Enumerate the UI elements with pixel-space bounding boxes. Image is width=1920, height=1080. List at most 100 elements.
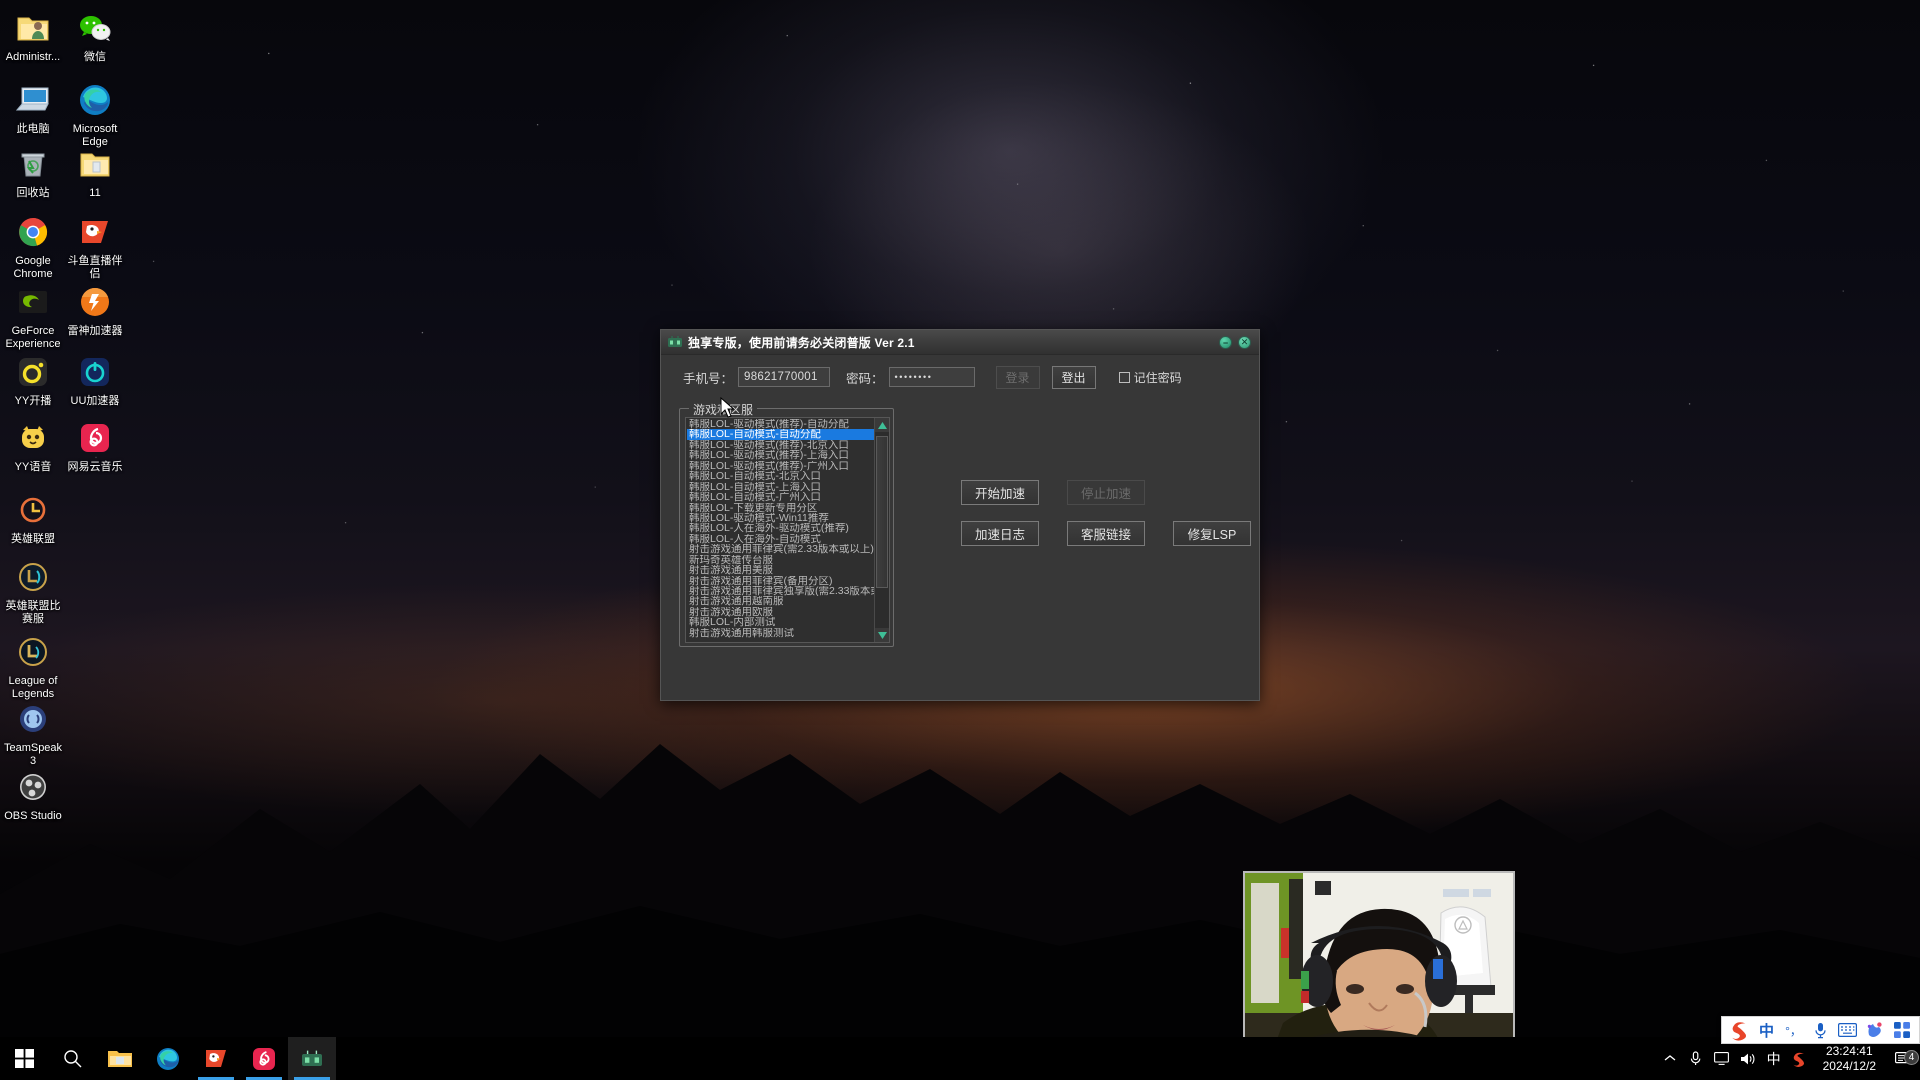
desktop-icon-geforce-experience[interactable]: GeForce Experience xyxy=(2,282,64,351)
desktop-icon-league-of-legends[interactable]: League of Legends xyxy=(2,632,64,701)
login-row: 手机号： 98621770001 密码： •••••••• 登录 登出 记住密码 xyxy=(661,355,1259,399)
desktop-icon-lol-tournament[interactable]: 英雄联盟比赛服 xyxy=(2,557,64,626)
recycle-bin-icon xyxy=(2,144,64,184)
start-accelerate-button[interactable]: 开始加速 xyxy=(961,480,1039,505)
server-list-item[interactable]: 韩服LOL-驱动模式-Win11推荐 xyxy=(687,513,874,523)
punctuation-icon[interactable]: °， xyxy=(1780,1018,1807,1042)
scrollbar-thumb[interactable] xyxy=(876,436,888,588)
close-button[interactable]: ✕ xyxy=(1238,336,1251,349)
password-label: 密码： xyxy=(846,371,884,386)
desktop-icon-douyu-companion[interactable]: 斗鱼直播伴侣 xyxy=(64,212,126,281)
accelerator-button[interactable] xyxy=(288,1037,336,1080)
stop-accelerate-button[interactable]: 停止加速 xyxy=(1067,480,1145,505)
file-explorer-button[interactable] xyxy=(96,1037,144,1080)
toolbox-icon[interactable] xyxy=(1888,1018,1915,1042)
accelerator-dialog[interactable]: 独享专版，使用前请务必关闭普版 Ver 2.1 − ✕ 手机号： 9862177… xyxy=(660,329,1260,701)
geforce-experience-icon xyxy=(2,282,64,322)
server-list-item[interactable]: 射击游戏通用美服 xyxy=(687,565,874,575)
folder-icon xyxy=(108,1050,132,1067)
server-list-item[interactable]: 韩服LOL-自动模式-广州入口 xyxy=(687,492,874,502)
server-list-item[interactable]: 射击游戏通用菲律宾(备用分区) xyxy=(687,576,874,586)
desktop-icon-microsoft-edge[interactable]: Microsoft Edge xyxy=(64,80,126,149)
listbox-scrollbar[interactable] xyxy=(874,418,889,642)
server-list-item[interactable]: 韩服LOL-自动模式-北京入口 xyxy=(687,471,874,481)
server-list-item[interactable]: 韩服LOL-下载更新专用分区 xyxy=(687,503,874,513)
desktop-icon-lol-client[interactable]: 英雄联盟 xyxy=(2,490,64,546)
server-list-item[interactable]: 韩服LOL-自动模式-上海入口 xyxy=(687,482,874,492)
desktop-icon-label: TeamSpeak 3 xyxy=(3,742,63,767)
phone-input[interactable]: 98621770001 xyxy=(738,367,831,387)
logout-button[interactable]: 登出 xyxy=(1051,365,1096,389)
server-list-item[interactable]: 射击游戏通用菲律宾(需2.33版本或以上) xyxy=(687,544,874,554)
repair-lsp-button[interactable]: 修复LSP xyxy=(1173,521,1251,546)
desktop-icon-recycle-bin[interactable]: 回收站 xyxy=(2,144,64,200)
remember-password-checkbox[interactable]: 记住密码 xyxy=(1118,369,1182,386)
microphone-icon[interactable] xyxy=(1683,1051,1709,1066)
server-list-item[interactable]: 韩服LOL-驱动模式(推荐)-广州入口 xyxy=(687,461,874,471)
microphone-icon[interactable] xyxy=(1807,1018,1834,1042)
desktop-icon-label: GeForce Experience xyxy=(5,325,61,350)
desktop-icon-obs-studio[interactable]: OBS Studio xyxy=(2,767,64,823)
clock[interactable]: 23:24:41 2024/12/2 xyxy=(1813,1044,1886,1074)
server-list-item[interactable]: 韩服LOL-驱动模式(推荐)-自动分配 xyxy=(687,419,874,429)
desktop-icon-uu-accelerator[interactable]: UU加速器 xyxy=(64,352,126,408)
desktop-icon-folder-11[interactable]: 11 xyxy=(64,144,126,200)
desktop-icon-leishen-accelerator[interactable]: 雷神加速器 xyxy=(64,282,126,338)
desktop-icon-teamspeak3[interactable]: TeamSpeak 3 xyxy=(2,699,64,768)
search-icon xyxy=(63,1050,81,1068)
desktop[interactable]: Administr... 微信 此电脑 Microsoft Edge 回收站 1… xyxy=(0,0,1920,1080)
folder-11-icon xyxy=(64,144,126,184)
scroll-down-button[interactable] xyxy=(875,628,889,642)
sogou-ime-toolbar[interactable]: 中 °， xyxy=(1721,1016,1920,1044)
minimize-button[interactable]: − xyxy=(1219,336,1232,349)
server-list-item[interactable]: 韩服LOL-人在海外-驱动模式(推荐) xyxy=(687,523,874,533)
netease-music-icon xyxy=(253,1047,275,1070)
search-button[interactable] xyxy=(48,1037,96,1080)
volume-icon[interactable] xyxy=(1735,1052,1761,1066)
server-listbox[interactable]: 韩服LOL-驱动模式(推荐)-自动分配 韩服LOL-自动模式-自动分配 韩服LOL-… xyxy=(685,417,890,643)
server-list-item[interactable]: 射击游戏通用菲律宾独享版(需2.33版本或以上) xyxy=(687,586,874,596)
soft-keyboard-icon[interactable] xyxy=(1834,1018,1861,1042)
edge-icon xyxy=(157,1047,179,1070)
server-list-item[interactable]: 射击游戏通用欧服 xyxy=(687,607,874,617)
scroll-up-button[interactable] xyxy=(875,418,889,432)
server-list-item[interactable]: 韩服LOL-自动模式-自动分配 xyxy=(687,429,874,440)
accelerate-log-button[interactable]: 加速日志 xyxy=(961,521,1039,546)
desktop-icon-google-chrome[interactable]: Google Chrome xyxy=(2,212,64,281)
customer-support-button[interactable]: 客服链接 xyxy=(1067,521,1145,546)
douyu-button[interactable] xyxy=(192,1037,240,1080)
scrollbar-track[interactable] xyxy=(875,432,889,628)
server-list-item[interactable]: 射击游戏通用韩服测试 xyxy=(687,628,874,638)
server-list-item[interactable]: 韩服LOL-人在海外-自动模式 xyxy=(687,534,874,544)
desktop-icon-yy-live[interactable]: YY开播 xyxy=(2,352,64,408)
password-input[interactable]: •••••••• xyxy=(888,367,975,387)
action-row-primary: 开始加速 停止加速 xyxy=(961,480,1251,505)
server-list-item[interactable]: 新玛奇英雄传台服 xyxy=(687,555,874,565)
server-list-item[interactable]: 韩服LOL-驱动模式(推荐)-北京入口 xyxy=(687,440,874,450)
sogou-logo-icon[interactable] xyxy=(1726,1018,1753,1042)
server-list-item[interactable]: 韩服LOL-内部测试 xyxy=(687,617,874,627)
desktop-icon-yy-voice[interactable]: YY语音 xyxy=(2,418,64,474)
login-button[interactable]: 登录 xyxy=(995,365,1040,389)
desktop-icon-label: OBS Studio xyxy=(4,810,62,822)
monitor-icon[interactable] xyxy=(1709,1052,1735,1065)
skin-icon[interactable] xyxy=(1861,1018,1888,1042)
desktop-icon-label: 11 xyxy=(89,187,101,199)
notification-icon[interactable]: 4 xyxy=(1886,1049,1920,1067)
ime-mode-icon[interactable]: 中 xyxy=(1761,1049,1787,1069)
yy-live-icon xyxy=(2,352,64,392)
taskbar[interactable]: 中 23:24:41 2024/12/2 4 xyxy=(0,1037,1920,1080)
chinese-mode-icon[interactable]: 中 xyxy=(1753,1018,1780,1042)
server-list-item[interactable]: 射击游戏通用越南服 xyxy=(687,596,874,606)
desktop-icon-wechat[interactable]: 微信 xyxy=(64,8,126,64)
chevron-up-icon[interactable] xyxy=(1657,1054,1683,1063)
sogou-ime-icon[interactable] xyxy=(1787,1050,1813,1067)
dialog-titlebar[interactable]: 独享专版，使用前请务必关闭普版 Ver 2.1 − ✕ xyxy=(661,330,1259,355)
desktop-icon-netease-music[interactable]: 网易云音乐 xyxy=(64,418,126,474)
start-button[interactable] xyxy=(0,1037,48,1080)
desktop-icon-administrator[interactable]: Administr... xyxy=(2,8,64,64)
netease-music-button[interactable] xyxy=(240,1037,288,1080)
server-list-item[interactable]: 韩服LOL-驱动模式(推荐)-上海入口 xyxy=(687,450,874,460)
desktop-icon-this-pc[interactable]: 此电脑 xyxy=(2,80,64,136)
edge-button[interactable] xyxy=(144,1037,192,1080)
